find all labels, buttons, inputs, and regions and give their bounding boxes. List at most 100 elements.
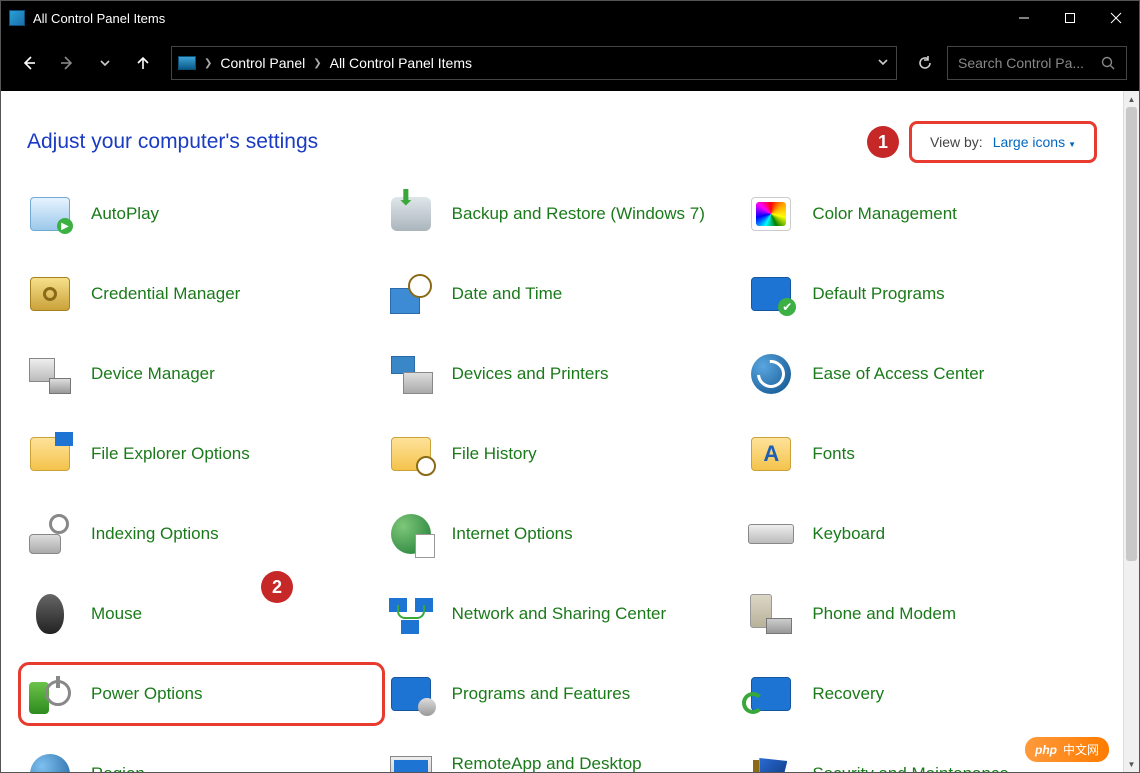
view-by-value[interactable]: Large icons▼ — [993, 134, 1076, 150]
window-title: All Control Panel Items — [33, 11, 1001, 26]
control-panel-item-label: RemoteApp and Desktop Connections — [452, 753, 737, 772]
control-panel-item[interactable]: RemoteApp and Desktop Connections — [382, 745, 743, 772]
control-panel-item-label: AutoPlay — [91, 203, 159, 224]
control-panel-window: All Control Panel Items ❯ Control Panel — [0, 0, 1140, 773]
control-panel-item-label: Keyboard — [812, 523, 885, 544]
recent-locations-button[interactable] — [89, 47, 121, 79]
control-panel-item[interactable]: Color Management — [742, 185, 1103, 243]
mouse-icon — [27, 591, 73, 637]
fonts-icon: A — [748, 431, 794, 477]
breadcrumb-separator-icon: ❯ — [313, 58, 321, 69]
control-panel-app-icon — [9, 10, 25, 26]
control-panel-item[interactable]: Phone and Modem — [742, 585, 1103, 643]
date-time-icon — [388, 271, 434, 317]
control-panel-item[interactable]: Credential Manager — [21, 265, 382, 323]
chevron-down-icon — [876, 55, 890, 69]
address-bar[interactable]: ❯ Control Panel ❯ All Control Panel Item… — [171, 46, 897, 80]
header-row: Adjust your computer's settings 1 View b… — [1, 91, 1123, 171]
keyboard-icon — [748, 511, 794, 557]
dropdown-triangle-icon: ▼ — [1068, 140, 1076, 149]
control-panel-item[interactable]: Device Manager — [21, 345, 382, 403]
title-bar: All Control Panel Items — [1, 1, 1139, 35]
scrollbar-track[interactable] — [1124, 107, 1139, 756]
address-dropdown-button[interactable] — [876, 55, 890, 72]
maximize-button[interactable] — [1047, 1, 1093, 35]
minimize-button[interactable] — [1001, 1, 1047, 35]
region-icon — [27, 751, 73, 772]
minimize-icon — [1018, 12, 1030, 24]
control-panel-item-label: File Explorer Options — [91, 443, 250, 464]
control-panel-item[interactable]: Programs and Features — [382, 665, 743, 723]
search-placeholder: Search Control Pa... — [958, 55, 1084, 71]
control-panel-item[interactable]: ✔ Default Programs — [742, 265, 1103, 323]
network-sharing-icon — [388, 591, 434, 637]
security-maintenance-icon — [748, 751, 794, 772]
control-panel-item[interactable]: Network and Sharing Center — [382, 585, 743, 643]
control-panel-item-label: Internet Options — [452, 523, 573, 544]
control-panel-item-label: Ease of Access Center — [812, 363, 984, 384]
control-panel-item[interactable]: Region — [21, 745, 382, 772]
refresh-icon — [916, 54, 934, 72]
control-panel-item-label: Fonts — [812, 443, 855, 464]
control-panel-item-label: Device Manager — [91, 363, 215, 384]
back-button[interactable] — [13, 47, 45, 79]
default-programs-icon: ✔ — [748, 271, 794, 317]
breadcrumb-current[interactable]: All Control Panel Items — [330, 55, 472, 71]
forward-button[interactable] — [51, 47, 83, 79]
remoteapp-icon — [388, 751, 434, 772]
view-by-selector[interactable]: View by: Large icons▼ — [909, 121, 1097, 163]
chevron-down-icon — [98, 56, 112, 70]
navigation-bar: ❯ Control Panel ❯ All Control Panel Item… — [1, 35, 1139, 91]
control-panel-item-label: Phone and Modem — [812, 603, 956, 624]
control-panel-item-label: Backup and Restore (Windows 7) — [452, 203, 705, 224]
control-panel-item-label: Indexing Options — [91, 523, 219, 544]
ease-of-access-icon — [748, 351, 794, 397]
control-panel-item[interactable]: Indexing Options — [21, 505, 382, 563]
breadcrumb-root[interactable]: Control Panel — [220, 55, 305, 71]
close-icon — [1110, 12, 1122, 24]
internet-options-icon — [388, 511, 434, 557]
control-panel-item[interactable]: File History — [382, 425, 743, 483]
page-title: Adjust your computer's settings — [27, 130, 318, 154]
devices-printers-icon — [388, 351, 434, 397]
indexing-options-icon — [27, 511, 73, 557]
power-options-icon — [27, 671, 73, 717]
arrow-up-icon — [134, 54, 152, 72]
up-button[interactable] — [127, 47, 159, 79]
view-by-label: View by: — [930, 134, 983, 150]
control-panel-item[interactable]: Date and Time — [382, 265, 743, 323]
search-box[interactable]: Search Control Pa... — [947, 46, 1127, 80]
arrow-left-icon — [20, 54, 38, 72]
control-panel-item-label: Default Programs — [812, 283, 944, 304]
control-panel-item[interactable]: ✔File Explorer Options — [21, 425, 382, 483]
scroll-up-button[interactable]: ▲ — [1124, 91, 1139, 107]
control-panel-item[interactable]: Power Options — [21, 665, 382, 723]
close-button[interactable] — [1093, 1, 1139, 35]
control-panel-item[interactable]: Mouse — [21, 585, 382, 643]
control-panel-item[interactable]: ▶AutoPlay — [21, 185, 382, 243]
control-panel-item[interactable]: Recovery — [742, 665, 1103, 723]
control-panel-item[interactable]: Devices and Printers — [382, 345, 743, 403]
control-panel-item-label: Power Options — [91, 683, 203, 704]
annotation-1: 1 — [867, 126, 899, 158]
control-panel-item[interactable]: Keyboard — [742, 505, 1103, 563]
control-panel-item[interactable]: ⬇ Backup and Restore (Windows 7) — [382, 185, 743, 243]
control-panel-item[interactable]: Internet Options — [382, 505, 743, 563]
breadcrumb-separator-icon: ❯ — [204, 58, 212, 69]
refresh-button[interactable] — [909, 47, 941, 79]
vertical-scrollbar[interactable]: ▲ ▼ — [1123, 91, 1139, 772]
php-badge-text: 中文网 — [1063, 741, 1099, 758]
control-panel-items-grid: ▶AutoPlay⬇ Backup and Restore (Windows 7)… — [1, 181, 1123, 772]
device-manager-icon — [27, 351, 73, 397]
phone-modem-icon — [748, 591, 794, 637]
scroll-down-button[interactable]: ▼ — [1124, 756, 1139, 772]
control-panel-item[interactable]: A Fonts — [742, 425, 1103, 483]
control-panel-item[interactable]: Ease of Access Center — [742, 345, 1103, 403]
control-panel-item-label: Recovery — [812, 683, 884, 704]
php-cn-badge: php 中文网 — [1025, 737, 1109, 762]
arrow-right-icon — [58, 54, 76, 72]
php-logo-text: php — [1035, 743, 1057, 757]
control-panel-item-label: File History — [452, 443, 537, 464]
scrollbar-thumb[interactable] — [1126, 107, 1137, 561]
backup-restore-icon: ⬇ — [388, 191, 434, 237]
